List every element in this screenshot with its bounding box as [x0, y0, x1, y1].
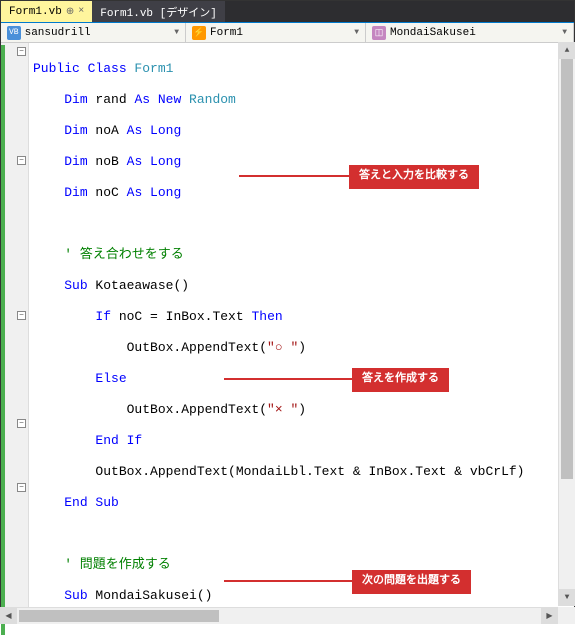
collapse-toggle[interactable]: −	[17, 419, 26, 428]
scrollbar-thumb-h[interactable]	[19, 610, 219, 622]
member-dropdown[interactable]: ◫ MondaiSakusei ▼	[366, 23, 574, 42]
chevron-down-icon: ▼	[354, 28, 359, 37]
scroll-left-button[interactable]: ◀	[0, 608, 17, 624]
tab-bar: Form1.vb ⊕ × Form1.vb [デザイン]	[1, 1, 574, 23]
close-icon[interactable]: ×	[78, 6, 84, 17]
vertical-scrollbar[interactable]: ▲ ▼	[558, 42, 575, 606]
tab-form1-vb[interactable]: Form1.vb ⊕ ×	[1, 1, 92, 22]
collapse-toggle[interactable]: −	[17, 47, 26, 56]
project-dropdown[interactable]: VB sansudrill ▼	[1, 23, 186, 42]
horizontal-scrollbar[interactable]: ◀ ▶	[0, 607, 558, 624]
chevron-down-icon: ▼	[174, 28, 179, 37]
lightning-icon: ⚡	[192, 26, 206, 40]
code-editor[interactable]: − − − − − Public Class Form1 Dim rand As…	[1, 43, 574, 623]
navigation-bar: VB sansudrill ▼ ⚡ Form1 ▼ ◫ MondaiSakuse…	[1, 23, 574, 43]
annotation-line	[224, 378, 354, 380]
change-marker	[1, 45, 5, 635]
dropdown-value: Form1	[210, 27, 243, 39]
gutter: − − − − −	[1, 43, 29, 623]
annotation-create-answer: 答えを作成する	[352, 368, 449, 392]
dropdown-value: MondaiSakusei	[390, 27, 476, 39]
scrollbar-thumb[interactable]	[561, 59, 573, 479]
tab-form1-design[interactable]: Form1.vb [デザイン]	[92, 1, 225, 22]
annotation-line	[224, 580, 354, 582]
collapse-toggle[interactable]: −	[17, 483, 26, 492]
dropdown-value: sansudrill	[25, 27, 91, 39]
tab-label: Form1.vb	[9, 6, 62, 18]
vb-icon: VB	[7, 26, 21, 40]
scroll-down-button[interactable]: ▼	[559, 589, 575, 606]
method-icon: ◫	[372, 26, 386, 40]
collapse-toggle[interactable]: −	[17, 311, 26, 320]
annotation-next-question: 次の問題を出題する	[352, 570, 471, 594]
collapse-toggle[interactable]: −	[17, 156, 26, 165]
scroll-up-button[interactable]: ▲	[559, 42, 575, 59]
chevron-down-icon: ▼	[562, 28, 567, 37]
class-dropdown[interactable]: ⚡ Form1 ▼	[186, 23, 366, 42]
scrollbar-corner	[558, 607, 575, 624]
annotation-compare: 答えと入力を比較する	[349, 165, 479, 189]
annotation-line	[239, 175, 349, 177]
scroll-right-button[interactable]: ▶	[541, 608, 558, 624]
tab-label: Form1.vb [デザイン]	[100, 4, 217, 20]
pin-icon[interactable]: ⊕	[66, 6, 74, 18]
code-content[interactable]: Public Class Form1 Dim rand As New Rando…	[29, 43, 574, 623]
